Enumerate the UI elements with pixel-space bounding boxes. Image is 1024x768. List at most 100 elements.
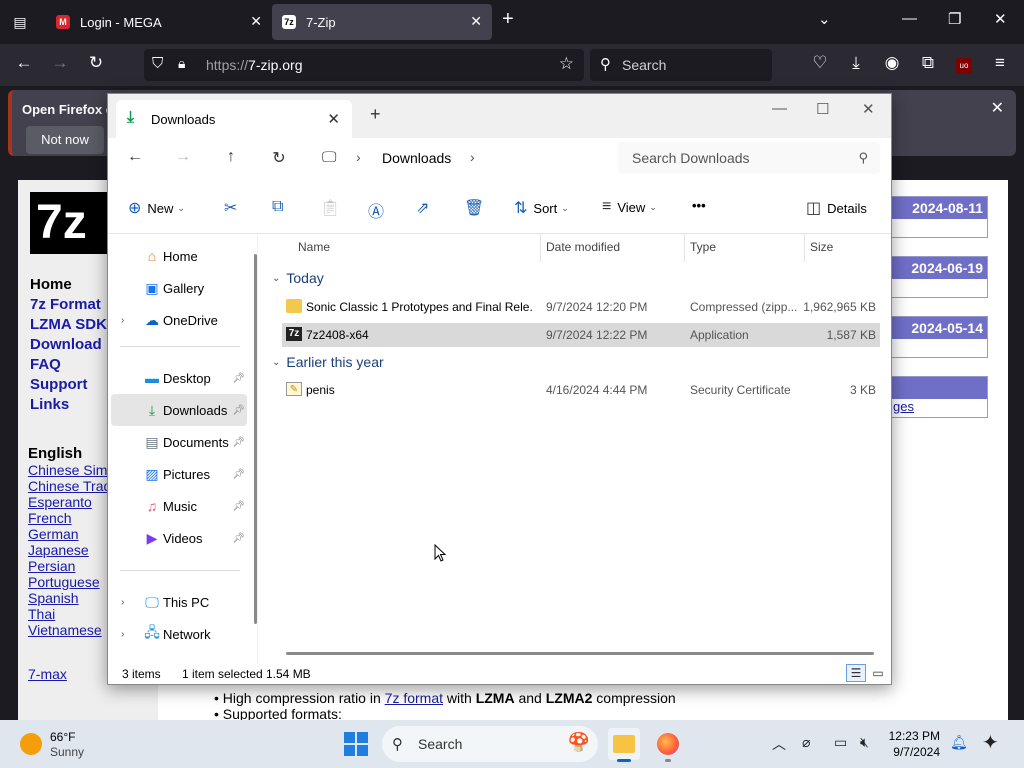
chevron-right-icon[interactable]: › [121, 315, 124, 326]
close-tab-icon[interactable]: ✕ [327, 110, 340, 128]
lang-link[interactable]: Thai [28, 606, 55, 622]
explorer-new-tab-icon[interactable]: + [370, 104, 381, 125]
nav-item-gallery[interactable]: ▣ Gallery [111, 272, 247, 304]
lang-link[interactable]: French [28, 510, 72, 526]
languages-link[interactable]: ges [891, 399, 987, 414]
paste-button[interactable]: 📋︎ [320, 198, 346, 218]
tab-mega[interactable]: M Login - MEGA ✕ [46, 4, 272, 40]
nav-link-lzma-sdk[interactable]: LZMA SDK [30, 316, 107, 333]
tab-7zip[interactable]: 7z 7-Zip ✕ [272, 4, 492, 40]
forward-icon[interactable]: → [171, 148, 195, 166]
nav-link-support[interactable]: Support [30, 376, 88, 393]
lang-link[interactable]: Vietnamese [28, 622, 102, 638]
taskbar-search[interactable]: ⚲ Search 🍄 [382, 726, 598, 762]
back-icon[interactable]: ← [12, 53, 36, 73]
reload-icon[interactable]: ↻ [84, 53, 108, 73]
browser-search-bar[interactable]: ⚲ Search [590, 49, 772, 81]
nav-item-network[interactable]: › 🖧︎ Network [111, 618, 247, 650]
notification-bell-icon[interactable]: 🔔︎ [950, 734, 968, 751]
firefox-taskbar-icon[interactable] [652, 728, 684, 762]
nav-link-links[interactable]: Links [30, 396, 69, 413]
nav-item-music[interactable]: ♫ Music 📌︎ [111, 490, 247, 522]
file-row[interactable]: ✎ penis 4/16/2024 4:44 PM Security Certi… [282, 378, 880, 402]
nav-item-this-pc[interactable]: › 🖵︎ This PC [111, 586, 247, 618]
not-now-button[interactable]: Not now [26, 126, 104, 154]
url-bar[interactable]: ⛉ 🔒︎ https://7-zip.org ☆ [144, 49, 584, 81]
column-header-name[interactable]: Name [298, 240, 330, 254]
copilot-icon[interactable]: ✦ [982, 730, 999, 755]
lang-link[interactable]: Esperanto [28, 494, 92, 510]
nav-item-desktop[interactable]: ▬ Desktop 📌︎ [111, 362, 247, 394]
share-button[interactable]: ⇗ [416, 198, 435, 218]
minimize-icon[interactable]: — [902, 10, 917, 27]
copy-button[interactable]: ⧉ [272, 198, 289, 216]
lang-link[interactable]: Portuguese [28, 574, 100, 590]
breadcrumb-downloads[interactable]: Downloads [382, 150, 451, 166]
close-tab-icon[interactable]: ✕ [470, 13, 482, 30]
lock-icon[interactable]: 🔒︎ [178, 55, 185, 72]
file-row-selected[interactable]: 7z 7z2408-x64 9/7/2024 12:22 PM Applicat… [282, 323, 880, 347]
lang-link[interactable]: German [28, 526, 79, 542]
chevron-right-icon[interactable]: › [356, 149, 361, 165]
lang-link[interactable]: Persian [28, 558, 75, 574]
close-notification-icon[interactable]: ✕ [991, 98, 1004, 118]
horizontal-scrollbar[interactable] [286, 652, 874, 655]
delete-button[interactable]: 🗑︎ [464, 198, 490, 218]
lang-link[interactable]: Chinese Simp [28, 462, 115, 478]
bookmark-star-icon[interactable]: ☆ [559, 54, 574, 74]
taskbar-clock[interactable]: 12:23 PM 9/7/2024 [884, 728, 940, 760]
refresh-icon[interactable]: ↻ [267, 148, 291, 168]
shield-icon[interactable]: ⛉ [152, 55, 163, 72]
tiles-view-icon[interactable]: ▭ [868, 664, 888, 682]
start-button[interactable] [344, 732, 368, 756]
account-icon[interactable]: ◉ [880, 53, 904, 73]
details-view-icon[interactable]: ☰ [846, 664, 866, 682]
file-row[interactable]: Sonic Classic 1 Prototypes and Final Rel… [282, 295, 880, 319]
nav-item-videos[interactable]: ▶ Videos 📌︎ [111, 522, 247, 554]
close-window-icon[interactable]: ✕ [862, 100, 875, 118]
new-button[interactable]: ⊕ New ⌄ [128, 198, 185, 218]
close-tab-icon[interactable]: ✕ [250, 13, 262, 30]
column-header-date[interactable]: Date modified [546, 240, 620, 254]
menu-icon[interactable]: ≡ [988, 53, 1012, 73]
details-button[interactable]: ◫ Details [806, 198, 867, 218]
group-header-today[interactable]: ⌄ Today [272, 270, 324, 286]
extensions-icon[interactable]: ⧉ [916, 53, 940, 73]
nav-item-downloads[interactable]: ⤓ Downloads 📌︎ [111, 394, 247, 426]
lang-link[interactable]: Chinese Trad [28, 478, 111, 494]
nav-item-onedrive[interactable]: › ☁ OneDrive [111, 304, 247, 336]
nav-pane-scrollbar[interactable] [254, 254, 257, 624]
tab-list-icon[interactable]: ▤ [8, 10, 32, 34]
column-header-size[interactable]: Size [810, 240, 833, 254]
ublock-icon[interactable]: uo [952, 53, 976, 74]
explorer-search-input[interactable]: Search Downloads ⚲ [618, 142, 880, 174]
nav-link-faq[interactable]: FAQ [30, 356, 61, 373]
weather-widget[interactable]: 66°F Sunny [20, 728, 140, 760]
7-max-link[interactable]: 7-max [28, 666, 67, 682]
column-header-type[interactable]: Type [690, 240, 716, 254]
restore-icon[interactable]: ❐ [948, 10, 961, 28]
cut-button[interactable]: ✂ [224, 198, 243, 218]
network-off-icon[interactable]: ⌀ [802, 734, 810, 751]
pocket-icon[interactable]: ♡ [808, 53, 832, 73]
nav-link-7z-format[interactable]: 7z Format [30, 296, 101, 313]
nav-link-download[interactable]: Download [30, 336, 102, 353]
minimize-icon[interactable]: — [772, 100, 787, 117]
7z-format-link[interactable]: 7z format [385, 690, 443, 706]
back-icon[interactable]: ← [123, 148, 147, 166]
file-explorer-taskbar-icon[interactable] [608, 728, 640, 762]
downloads-icon[interactable]: ⤓ [844, 53, 868, 73]
url-text[interactable]: https://7-zip.org [206, 57, 303, 73]
computer-icon[interactable]: 🖵︎ [322, 149, 336, 166]
nav-item-pictures[interactable]: ▨ Pictures 📌︎ [111, 458, 247, 490]
explorer-tab-downloads[interactable]: ⤓ Downloads ✕ [116, 100, 352, 138]
nav-item-home[interactable]: ⌂ Home [111, 240, 247, 272]
column-separator[interactable] [684, 234, 685, 262]
volume-muted-icon[interactable]: 🔇︎ [860, 734, 869, 751]
view-button[interactable]: ≡ View ⌄ [602, 198, 657, 216]
chevron-right-icon[interactable]: › [121, 597, 124, 608]
tab-overflow-chevron-icon[interactable]: ⌄ [818, 10, 831, 28]
close-window-icon[interactable]: ✕ [994, 10, 1007, 28]
more-options-button[interactable]: ••• [692, 198, 706, 213]
breadcrumb[interactable]: 🖵︎ › Downloads › [308, 142, 608, 174]
